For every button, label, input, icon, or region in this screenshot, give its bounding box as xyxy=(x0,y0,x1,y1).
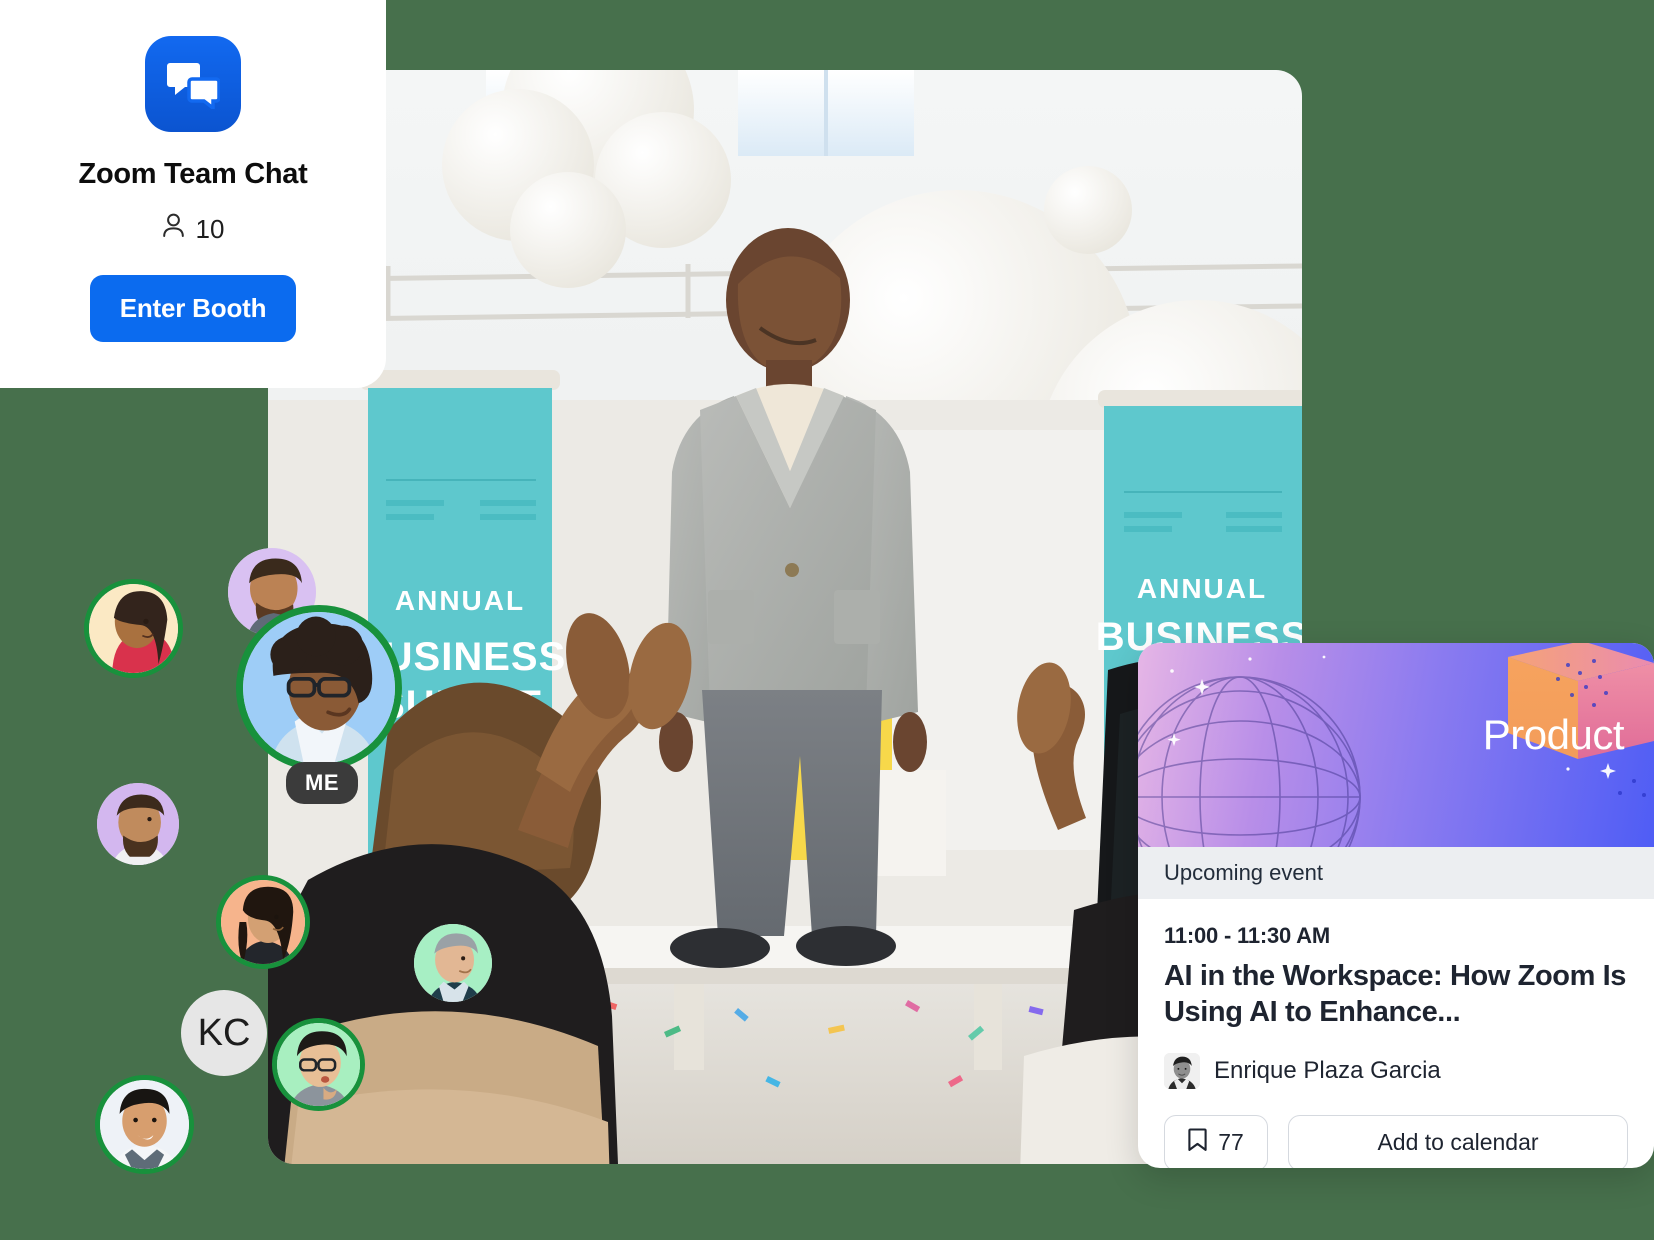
avatar-participant-4[interactable] xyxy=(216,875,310,969)
svg-text:ANNUAL: ANNUAL xyxy=(1137,573,1267,604)
avatar-participant-3[interactable] xyxy=(97,783,179,865)
enter-booth-button[interactable]: Enter Booth xyxy=(89,275,297,342)
event-actions: 77 Add to calendar xyxy=(1138,1114,1654,1168)
add-to-calendar-button[interactable]: Add to calendar xyxy=(1288,1114,1628,1168)
avatar-participant-1[interactable] xyxy=(84,579,183,678)
upcoming-event-card[interactable]: Product Upcoming event 11:00 - 11:30 AM … xyxy=(1138,643,1654,1168)
event-title: AI in the Workspace: How Zoom Is Using A… xyxy=(1164,960,1627,1028)
bookmark-count: 77 xyxy=(1218,1129,1244,1156)
event-time: 11:00 - 11:30 AM xyxy=(1164,923,1330,948)
attendee-count: 10 xyxy=(162,213,225,245)
speaker-portrait-icon xyxy=(1164,1052,1200,1089)
zoom-team-chat-icon xyxy=(145,36,241,132)
avatar-initials: KC xyxy=(181,990,267,1076)
person-icon xyxy=(162,213,185,245)
avatar-participant-kc[interactable]: KC xyxy=(181,990,267,1076)
page-title: Zoom Team Chat xyxy=(78,158,308,190)
svg-text:ANNUAL: ANNUAL xyxy=(395,585,525,616)
event-category-label: Product xyxy=(1482,711,1625,758)
avatar-participant-7[interactable] xyxy=(95,1075,194,1174)
event-body: 11:00 - 11:30 AM AI in the Workspace: Ho… xyxy=(1138,899,1654,1089)
event-hero-banner: Product xyxy=(1138,643,1654,847)
bookmark-icon xyxy=(1188,1128,1207,1158)
attendee-count-value: 10 xyxy=(195,213,225,244)
bookmark-button[interactable]: 77 xyxy=(1164,1114,1268,1168)
self-badge: ME xyxy=(286,762,358,804)
status-badge: Upcoming event xyxy=(1138,847,1654,899)
avatar-participant-6[interactable] xyxy=(272,1018,365,1111)
booth-card: Zoom Team Chat 10 Enter Booth xyxy=(0,0,386,388)
speaker-row: Enrique Plaza Garcia xyxy=(1164,1052,1628,1089)
speaker-name: Enrique Plaza Garcia xyxy=(1214,1056,1441,1084)
avatar-participant-5[interactable] xyxy=(414,924,492,1002)
avatar-self[interactable] xyxy=(236,605,402,771)
